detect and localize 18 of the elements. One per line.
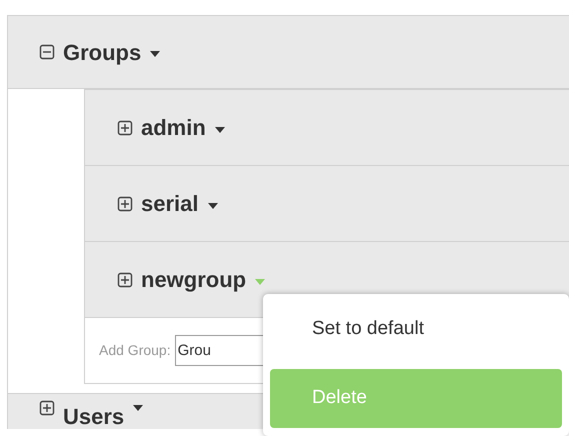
- node-label: admin: [141, 114, 206, 142]
- caret-icon[interactable]: [149, 50, 162, 58]
- node-label: Users: [63, 403, 124, 431]
- field-label: Add Group:: [99, 341, 171, 360]
- collapse-icon[interactable]: [39, 44, 55, 60]
- node-label: serial: [141, 190, 198, 218]
- expand-icon[interactable]: [117, 272, 133, 288]
- tree-node-header[interactable]: serial: [84, 165, 569, 241]
- caret-icon[interactable]: [132, 404, 144, 412]
- caret-icon[interactable]: [214, 126, 226, 134]
- tree-node-header[interactable]: Groups: [8, 15, 569, 88]
- expand-icon[interactable]: [39, 400, 55, 416]
- expand-icon[interactable]: [117, 196, 133, 212]
- node-label: Groups: [63, 38, 142, 67]
- expand-icon[interactable]: [117, 120, 133, 136]
- caret-icon[interactable]: [206, 202, 218, 210]
- tree-node-header[interactable]: admin: [84, 89, 569, 165]
- node-label: newgroup: [141, 266, 246, 294]
